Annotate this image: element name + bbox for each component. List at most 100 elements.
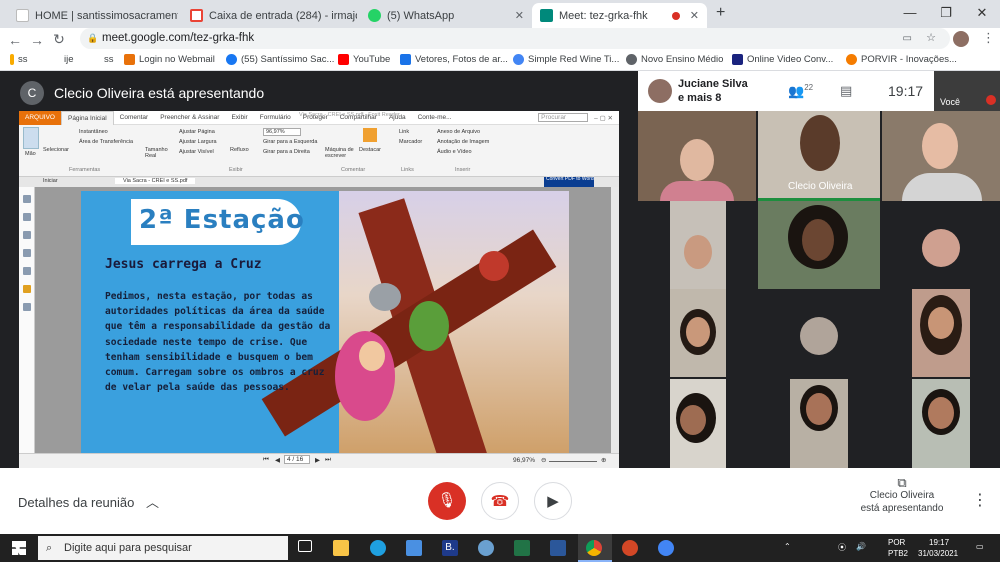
bookmark-item[interactable]: Vetores, Fotos de ar...	[400, 54, 508, 65]
new-tab-button[interactable]: +	[716, 4, 725, 22]
minimize-icon[interactable]: —	[892, 0, 928, 28]
notifications-icon[interactable]: ▭	[976, 542, 984, 551]
back-icon[interactable]: ←	[4, 32, 26, 48]
language-label-1[interactable]: POR	[888, 538, 905, 547]
next-page-icon[interactable]: ▶	[315, 456, 320, 464]
participant-tile-active[interactable]: Clecio Oliveira	[758, 111, 880, 201]
participant-tile[interactable]	[670, 289, 726, 377]
pages-icon[interactable]	[22, 195, 31, 203]
google-app-icon[interactable]	[658, 540, 674, 556]
participant-tile[interactable]	[758, 201, 880, 289]
edge-icon[interactable]	[370, 540, 386, 556]
participant-tile[interactable]	[790, 379, 848, 468]
participant-tile[interactable]	[638, 111, 756, 201]
chat-icon[interactable]: ▤	[840, 83, 852, 99]
bookmark-item[interactable]: Novo Ensino Médio	[626, 54, 723, 65]
word-icon[interactable]	[550, 540, 566, 556]
prev-page-icon[interactable]: ◀	[275, 456, 280, 464]
first-page-icon[interactable]: ⏮	[263, 456, 269, 464]
fit-width-button[interactable]: Ajustar Largura	[179, 139, 217, 145]
star-icon[interactable]: ☆	[926, 28, 936, 49]
participant-tile[interactable]	[912, 379, 970, 468]
bookmark-item[interactable]: Online Video Conv...	[732, 54, 833, 65]
participant-avatar-tile[interactable]	[800, 317, 838, 355]
participant-tile[interactable]	[670, 201, 726, 289]
bookmark-item[interactable]: (55) Santíssimo Sac...	[226, 54, 334, 65]
convert-to-word-banner[interactable]: Convert PDF to Word	[544, 177, 594, 187]
fit-visible-button[interactable]: Ajustar Visível	[179, 149, 214, 155]
forward-icon[interactable]: →	[26, 32, 48, 48]
bookmark-item[interactable]: Login no Webmail	[124, 54, 215, 65]
close-window-icon[interactable]: ✕	[964, 0, 1000, 28]
audio-video-button[interactable]: Áudio e Vídeo	[437, 149, 472, 155]
reload-icon[interactable]: ↻	[48, 31, 70, 48]
meeting-details-button[interactable]: Detalhes da reunião ︿	[18, 492, 159, 511]
participant-tile[interactable]	[912, 289, 970, 377]
b-app-icon[interactable]: B.	[442, 540, 458, 556]
presenting-status[interactable]: ⧉ Clecio Oliveira está apresentando	[847, 476, 957, 515]
rotate-left-button[interactable]: Girar para a Esquerda	[263, 139, 317, 145]
attach-file-button[interactable]: Anexo de Arquivo	[437, 129, 480, 135]
menu-file[interactable]: ARQUIVO	[19, 110, 61, 125]
comments-icon[interactable]	[22, 249, 31, 257]
clock-time[interactable]: 19:17	[929, 538, 949, 547]
menu-home[interactable]: Página Inicial	[60, 110, 114, 125]
menu-tell-me[interactable]: Conte-me...	[412, 114, 458, 121]
tray-arrow-icon[interactable]: ⌃	[784, 542, 791, 551]
attachment-icon[interactable]	[22, 267, 31, 275]
tray-volume-icon[interactable]: 🔊	[856, 542, 866, 551]
zoom-out-icon[interactable]: ⊖	[541, 456, 546, 464]
clock-date[interactable]: 31/03/2021	[918, 549, 958, 558]
zoom-in-icon[interactable]: ⊕	[601, 456, 606, 464]
typewriter-button[interactable]: Máquina de escrever	[325, 147, 355, 159]
language-label-2[interactable]: PTB2	[888, 549, 908, 558]
reader-scrollbar[interactable]	[611, 187, 619, 453]
participant-tile[interactable]	[882, 111, 1000, 201]
doc-tab-pdf[interactable]: Via Sacra - CREI e SS.pdf	[115, 178, 196, 184]
leave-call-button[interactable]: ☎	[481, 482, 519, 520]
bookmark-item[interactable]: ss	[10, 54, 28, 65]
hand-tool-button[interactable]	[23, 127, 39, 149]
reader-search-input[interactable]: Procurar	[538, 113, 589, 122]
last-page-icon[interactable]: ⏭	[325, 456, 331, 464]
cast-icon[interactable]: ▭	[903, 28, 912, 49]
url-field[interactable]: 🔒 meet.google.com/tez-grka-fhk ▭ ☆	[80, 28, 950, 49]
tray-network-icon[interactable]: ⦿	[838, 542, 846, 553]
page-indicator[interactable]: 4 / 16	[284, 455, 310, 464]
signature-icon[interactable]	[22, 303, 31, 311]
doc-tab-start[interactable]: Iniciar	[43, 178, 58, 184]
profile-avatar[interactable]	[953, 31, 969, 47]
layers-icon[interactable]	[22, 231, 31, 239]
bookmark-item[interactable]: YouTube	[338, 54, 390, 65]
tab-whatsapp[interactable]: (5) WhatsApp ✕	[360, 3, 532, 28]
taskbar-search-input[interactable]: ⌕ Digite aqui para pesquisar	[38, 536, 288, 560]
bookmark-item[interactable]: Simple Red Wine Ti...	[513, 54, 619, 65]
clipboard-button[interactable]: Área de Transferência	[79, 139, 133, 145]
task-view-icon[interactable]	[298, 540, 312, 552]
image-annotation-button[interactable]: Anotação de Imagem	[437, 139, 489, 145]
bookmark-button[interactable]: Marcador	[399, 139, 422, 145]
more-options-icon[interactable]: ⋮	[972, 490, 988, 510]
close-icon[interactable]: ✕	[690, 9, 699, 22]
menu-form[interactable]: Formulário	[254, 114, 297, 121]
participant-tile[interactable]	[670, 379, 726, 468]
select-label[interactable]: Selecionar	[43, 147, 69, 153]
bookmarks-icon[interactable]	[22, 213, 31, 221]
powerpoint-icon[interactable]	[622, 540, 638, 556]
tab-meet[interactable]: Meet: tez-grka-fhk ✕	[532, 3, 707, 28]
paint-icon[interactable]	[478, 540, 494, 556]
chrome-icon[interactable]	[586, 540, 602, 556]
maximize-icon[interactable]: ❐	[928, 0, 964, 28]
highlight-button[interactable]	[363, 128, 377, 142]
store-icon[interactable]	[406, 540, 422, 556]
mic-off-button[interactable]: 🎙	[428, 482, 466, 520]
link-button[interactable]: Link	[399, 129, 409, 135]
zoom-select[interactable]: 96,97%	[263, 128, 301, 136]
actual-size-button[interactable]: Tamanho Real	[145, 147, 171, 159]
windows-start-icon[interactable]	[12, 541, 26, 555]
fit-page-button[interactable]: Ajustar Página	[179, 129, 215, 135]
menu-comment[interactable]: Comentar	[114, 114, 155, 121]
bookmark-item[interactable]: ss	[104, 54, 114, 65]
bookmark-item[interactable]: ije	[64, 54, 74, 65]
tab-gmail[interactable]: Caixa de entrada (284) - irmajosy ✕	[182, 3, 357, 28]
